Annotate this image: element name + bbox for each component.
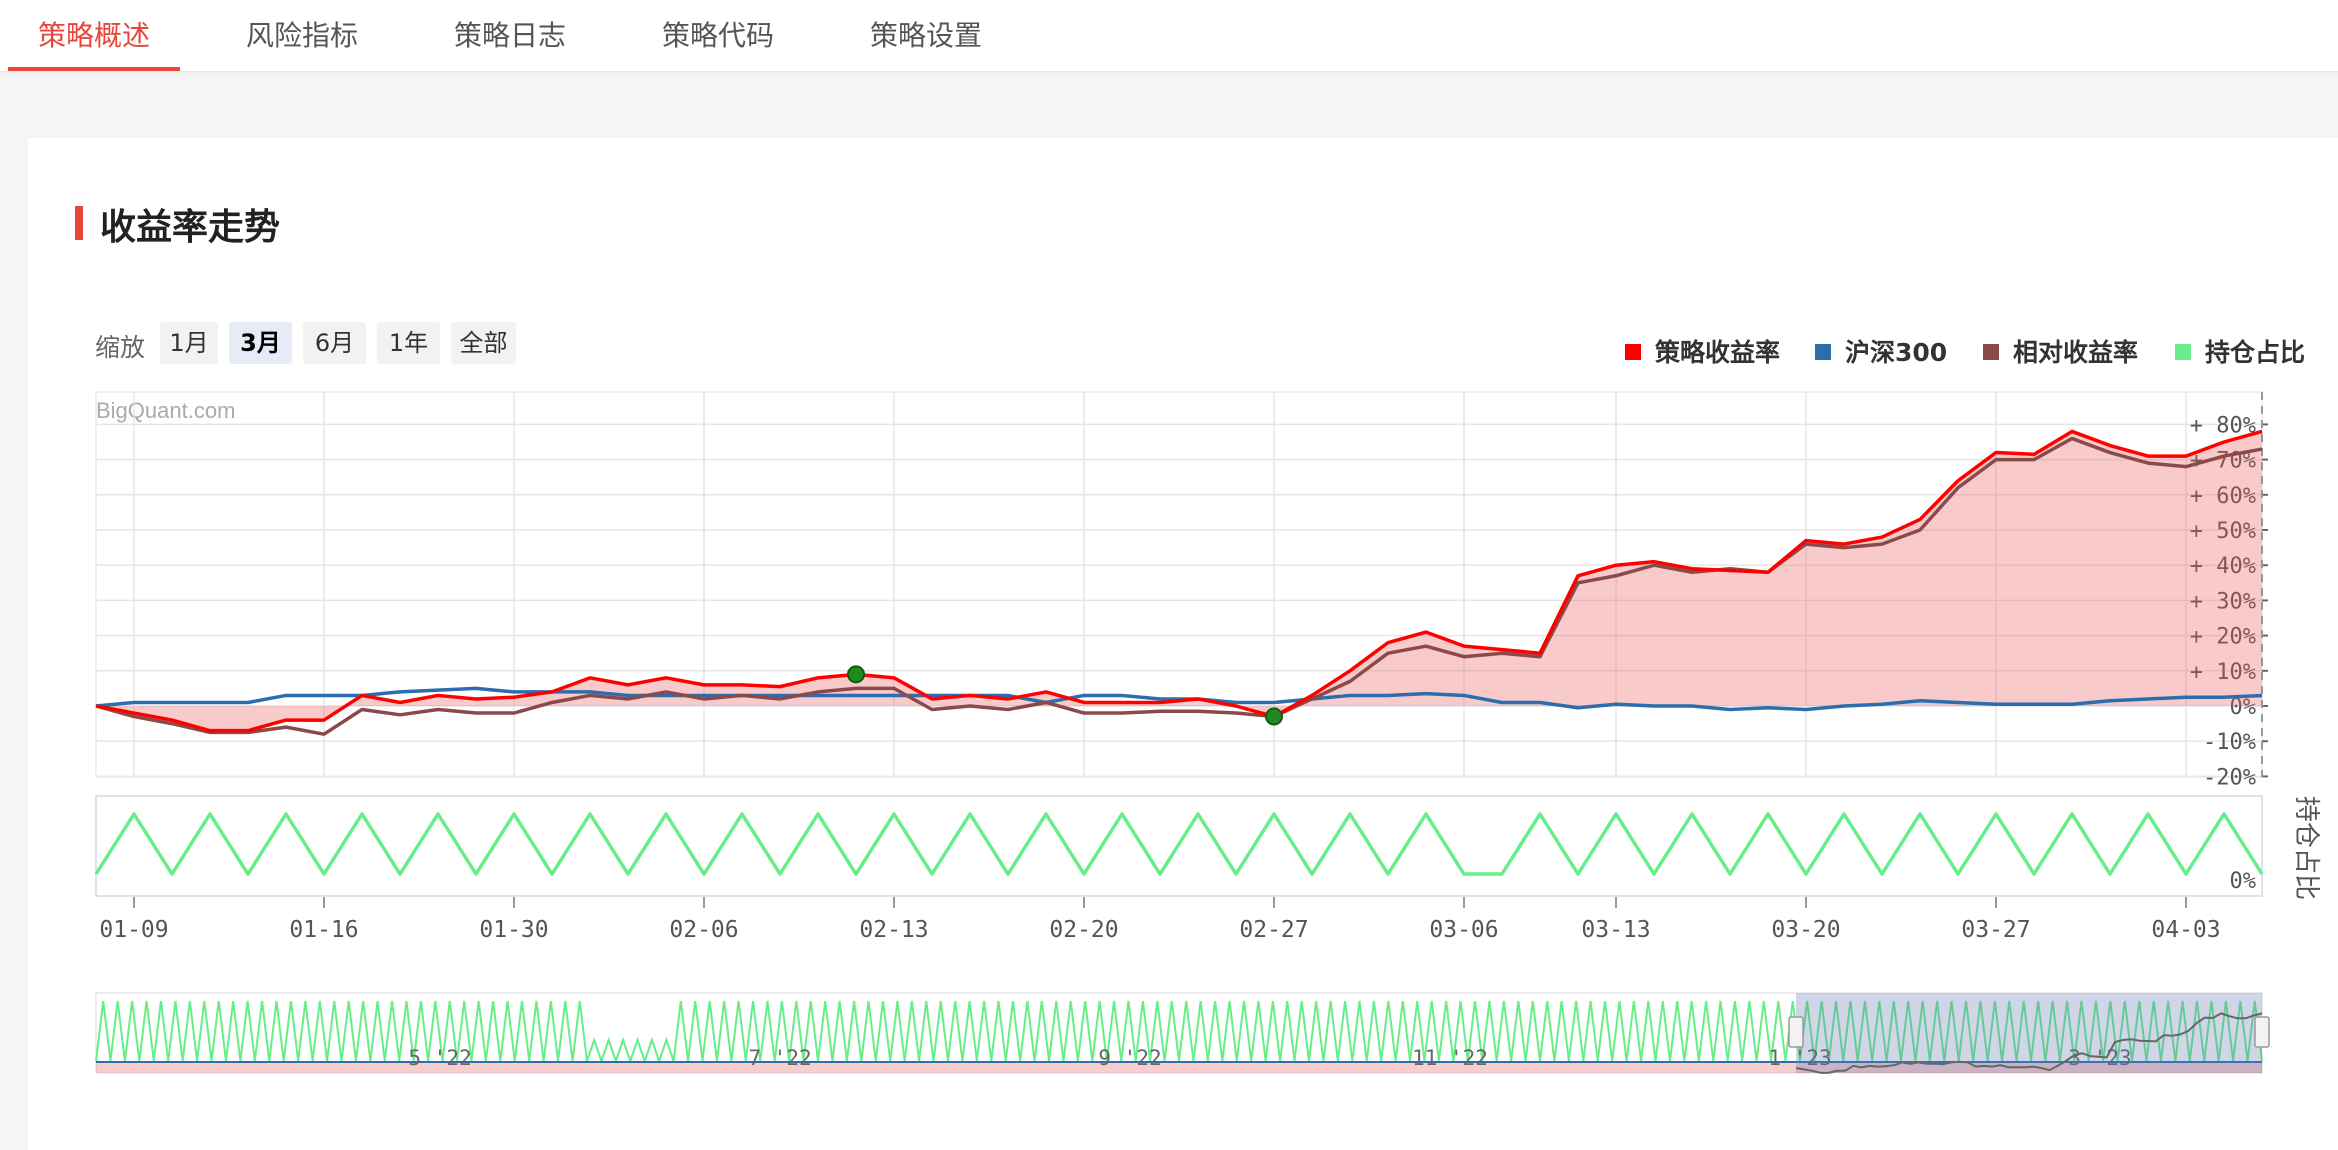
navigator-label: 5 '22 [408,1046,471,1070]
x-tick-label: 02-06 [669,917,738,943]
x-tick-label: 03-20 [1771,917,1840,943]
x-tick-label: 02-20 [1049,917,1118,943]
x-tick-label: 03-13 [1581,917,1650,943]
navigator-label: 9 '22 [1098,1046,1161,1070]
y-tick-label: -20% [2203,765,2256,790]
position-tick-label: 0% [2230,869,2257,894]
navigator-handle-right[interactable] [2254,1016,2270,1048]
x-tick-label: 01-16 [289,917,358,943]
x-tick-label: 03-27 [1961,917,2030,943]
position-axis-label: 持仓占比 [2291,796,2321,900]
x-tick-label: 04-03 [2151,917,2220,943]
x-tick-label: 02-27 [1239,917,1308,943]
trade-marker [1265,707,1283,726]
y-tick-label: -10% [2203,730,2256,755]
return-chart: BigQuant.com+ 80%+ 70%+ 60%+ 50%+ 40%+ 3… [94,391,2321,1074]
watermark: BigQuant.com [96,398,235,423]
x-tick-label: 01-30 [479,917,548,943]
x-tick-label: 03-06 [1429,917,1498,943]
navigator-label: 11 '22 [1412,1046,1488,1070]
x-tick-label: 02-13 [859,917,928,943]
navigator-label: 7 '22 [748,1046,811,1070]
navigator-selection [1796,993,2262,1073]
navigator-handle-left[interactable] [1788,1016,1804,1048]
x-tick-label: 01-09 [99,917,168,943]
trade-marker [847,665,865,684]
